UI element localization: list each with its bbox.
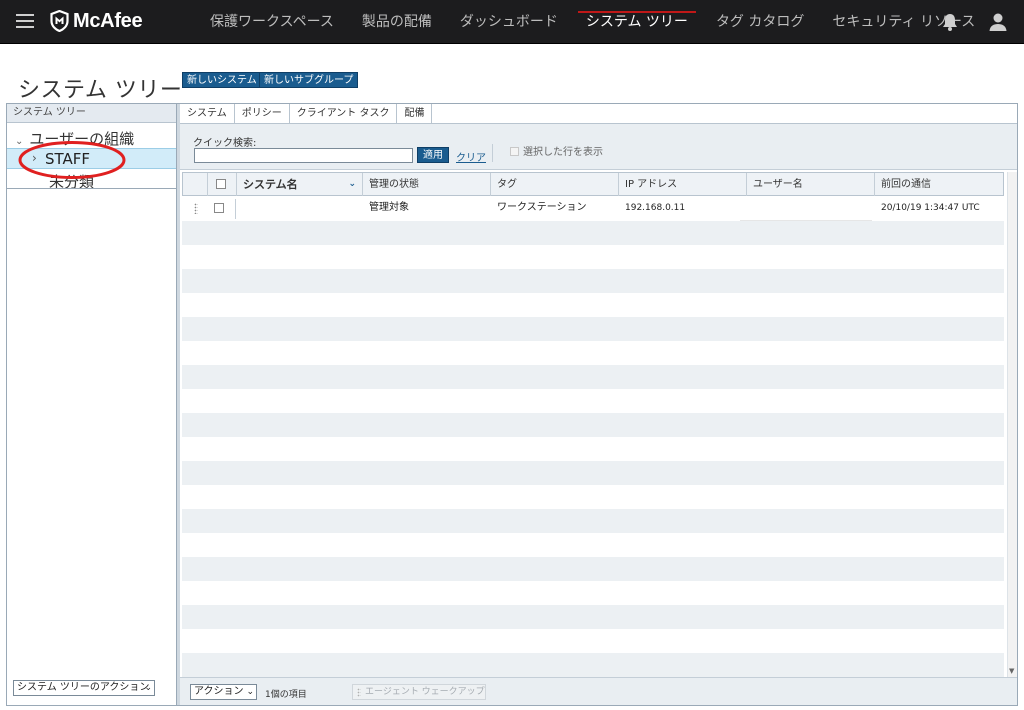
column-header-tag[interactable]: タグ	[490, 173, 618, 196]
empty-row	[182, 557, 1004, 581]
tree-node-staff[interactable]: › STAFF	[7, 148, 176, 169]
empty-row	[182, 485, 1004, 509]
drag-handle-icon	[357, 688, 361, 697]
tab-policies[interactable]: ポリシー	[235, 104, 290, 123]
mcafee-logo[interactable]: McAfee	[50, 9, 143, 33]
chevron-down-icon[interactable]: ⌄	[15, 136, 23, 147]
nav-item-protection-workspace[interactable]: 保護ワークスペース	[196, 0, 348, 44]
show-selected-rows-toggle[interactable]: 選択した行を表示	[510, 143, 603, 158]
actions-select-value: アクション	[194, 686, 244, 697]
empty-row	[182, 317, 1004, 341]
sort-chevron-icon[interactable]: ⌄	[348, 173, 356, 196]
column-header-managed-state[interactable]: 管理の状態	[362, 173, 490, 196]
tree-node-staff-label: STAFF	[45, 150, 91, 168]
empty-row	[182, 341, 1004, 365]
empty-row	[182, 437, 1004, 461]
chevron-down-icon: ⌄	[246, 687, 254, 697]
bell-icon[interactable]	[941, 12, 959, 32]
cell-system-name[interactable]	[235, 199, 242, 219]
empty-row	[182, 581, 1004, 605]
logo-text: McAfee	[73, 9, 143, 32]
top-navigation-bar: McAfee 保護ワークスペース 製品の配備 ダッシュボード システム ツリー …	[0, 0, 1024, 44]
nav-item-system-tree[interactable]: システム ツリー	[572, 0, 702, 44]
systems-table: システム名 ⌄ 管理の状態 タグ IP アドレス ユーザー名 前回の通信 管理対…	[182, 172, 1004, 677]
toolbar-divider	[492, 144, 493, 162]
nav-item-security-resources[interactable]: セキュリティ リソース	[818, 0, 989, 44]
agent-wakeup-label: エージェント ウェークアップ	[365, 687, 485, 697]
empty-row	[182, 269, 1004, 293]
empty-row	[182, 533, 1004, 557]
quick-search-input[interactable]	[194, 148, 413, 163]
empty-row	[182, 413, 1004, 437]
cell-ip-address: 192.168.0.11	[625, 203, 686, 213]
shield-logo-icon	[50, 10, 69, 32]
actions-select[interactable]: アクション ⌄	[190, 684, 257, 700]
cell-managed-state: 管理対象	[369, 202, 409, 213]
chevron-right-icon[interactable]: ›	[32, 151, 37, 165]
tree-node-root-label: ユーザーの組織	[29, 130, 135, 148]
show-selected-label: 選択した行を表示	[523, 147, 603, 158]
clear-link[interactable]: クリア	[456, 149, 486, 164]
column-header-user-name[interactable]: ユーザー名	[746, 173, 874, 196]
main-nav: 保護ワークスペース 製品の配備 ダッシュボード システム ツリー タグ カタログ…	[196, 0, 989, 44]
column-header-label: システム名	[243, 178, 298, 191]
tree-actions-select-value: システム ツリーのアクション	[17, 682, 150, 693]
tree-pane: システム ツリー ⌄ ユーザーの組織 › STAFF 未分類 システム ツリーのア…	[7, 104, 177, 705]
empty-row	[182, 461, 1004, 485]
cell-user-name	[740, 197, 872, 221]
empty-row	[182, 389, 1004, 413]
new-subgroup-button[interactable]: 新しいサブグループ	[259, 72, 359, 88]
empty-row	[182, 653, 1004, 677]
drag-handle-icon[interactable]	[194, 203, 198, 214]
tree-actions-select[interactable]: システム ツリーのアクション ⌄	[13, 680, 155, 696]
nav-item-dashboards[interactable]: ダッシュボード	[446, 0, 572, 44]
table-scrollbar[interactable]: ▼	[1007, 172, 1017, 677]
column-header-ip-address[interactable]: IP アドレス	[618, 173, 746, 196]
agent-wakeup-button[interactable]: エージェント ウェークアップ	[352, 684, 486, 700]
tab-systems[interactable]: システム	[180, 104, 235, 123]
user-icon[interactable]	[988, 12, 1008, 32]
nav-item-product-deployment[interactable]: 製品の配備	[348, 0, 446, 44]
cell-tag: ワークステーション	[497, 202, 587, 213]
tab-client-tasks[interactable]: クライアント タスク	[290, 104, 398, 123]
column-header-last-communication[interactable]: 前回の通信	[874, 173, 1004, 196]
tree-node-root[interactable]: ⌄ ユーザーの組織	[15, 128, 134, 149]
cell-last-communication: 20/10/19 1:34:47 UTC	[881, 203, 980, 213]
column-header-system-name[interactable]: システム名 ⌄	[236, 173, 362, 196]
scroll-down-arrow-icon[interactable]: ▼	[1009, 667, 1014, 675]
empty-row	[182, 629, 1004, 653]
empty-row	[182, 509, 1004, 533]
empty-row	[182, 605, 1004, 629]
table-body: 管理対象 ワークステーション 192.168.0.11 20/10/19 1:3…	[182, 197, 1004, 677]
empty-row	[182, 221, 1004, 245]
empty-row	[182, 245, 1004, 269]
row-checkbox[interactable]	[214, 203, 224, 213]
table-header: システム名 ⌄ 管理の状態 タグ IP アドレス ユーザー名 前回の通信	[182, 172, 1004, 196]
apply-button[interactable]: 適用	[417, 147, 449, 163]
show-selected-checkbox[interactable]	[510, 147, 519, 156]
quick-search-label: クイック検索:	[193, 138, 257, 149]
details-pane: システム ポリシー クライアント タスク 配備 クイック検索: 適用 クリア 選…	[180, 104, 1017, 705]
table-row[interactable]: 管理対象 ワークステーション 192.168.0.11 20/10/19 1:3…	[182, 197, 1004, 221]
system-tree-frame: システム ツリー ⌄ ユーザーの組織 › STAFF 未分類 システム ツリーのア…	[6, 103, 1018, 706]
item-count: 1個の項目	[265, 690, 307, 700]
search-toolbar: クイック検索: 適用 クリア 選択した行を表示	[180, 124, 1017, 170]
nav-item-tag-catalog[interactable]: タグ カタログ	[702, 0, 818, 44]
select-all-column-header	[207, 173, 236, 196]
tree-pane-header: システム ツリー	[7, 104, 176, 123]
drag-column-header	[183, 173, 207, 196]
details-tabs: システム ポリシー クライアント タスク 配備	[180, 104, 1017, 124]
chevron-down-icon: ⌄	[144, 683, 152, 693]
tree-divider	[7, 188, 176, 189]
page-title: システム ツリー	[18, 78, 183, 103]
new-system-button[interactable]: 新しいシステム	[182, 72, 262, 88]
select-all-checkbox[interactable]	[216, 179, 226, 189]
menu-icon[interactable]	[16, 14, 34, 28]
empty-row	[182, 365, 1004, 389]
tab-deployment[interactable]: 配備	[397, 104, 433, 123]
table-footer: アクション ⌄ 1個の項目 エージェント ウェークアップ	[180, 677, 1017, 705]
empty-row	[182, 293, 1004, 317]
